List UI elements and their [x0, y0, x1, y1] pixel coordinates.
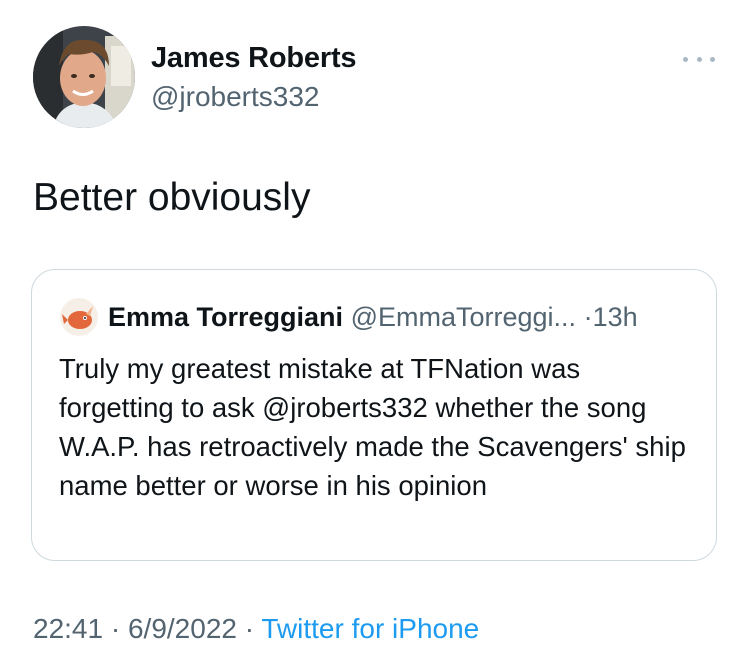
separator-dot: ·: [244, 613, 255, 644]
quoted-tweet-time[interactable]: 13h: [593, 302, 638, 332]
author-name[interactable]: James Roberts: [151, 41, 357, 75]
author-handle[interactable]: @jroberts332: [151, 80, 320, 114]
quoted-author-avatar[interactable]: [60, 298, 98, 336]
quoted-tweet-card[interactable]: Emma Torreggiani @EmmaTorreggi... ·13h T…: [31, 269, 717, 561]
separator-dot: ·: [110, 613, 121, 644]
tweet-metadata: 22:41 · 6/9/2022 · Twitter for iPhone: [33, 612, 479, 646]
tweet-time[interactable]: 22:41: [33, 613, 103, 644]
tweet-source-link[interactable]: Twitter for iPhone: [261, 613, 479, 644]
tweet-text: Better obviously: [33, 176, 311, 219]
more-dot: [710, 56, 715, 62]
tweet-date[interactable]: 6/9/2022: [128, 613, 237, 644]
quoted-tweet-header: Emma Torreggiani @EmmaTorreggi... ·13h: [108, 301, 638, 333]
quoted-author-name[interactable]: Emma Torreggiani: [108, 302, 343, 332]
author-avatar[interactable]: [33, 26, 135, 128]
quoted-author-handle[interactable]: @EmmaTorreggi...: [351, 302, 576, 332]
more-dot: [696, 56, 702, 62]
separator-dot: ·: [583, 302, 593, 332]
more-options-icon[interactable]: [683, 50, 715, 68]
more-dot: [683, 56, 688, 62]
quoted-tweet-text: Truly my greatest mistake at TFNation wa…: [59, 353, 686, 501]
